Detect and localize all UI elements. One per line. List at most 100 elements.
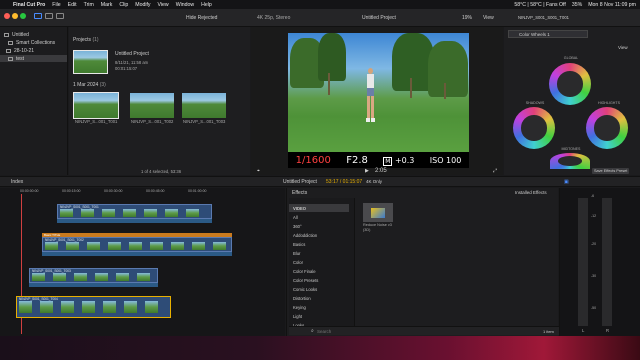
iso-readout: ISO 100 [429,155,462,165]
menu-edit[interactable]: Edit [68,2,77,8]
effects-browser-icon[interactable]: ▣ [564,179,569,185]
browser: Projects (1) Untitled Project 8/11/21, 1… [69,27,250,175]
noise-reduction-icon [371,207,385,218]
category-color-presets[interactable]: Color Presets [289,276,349,284]
tree [428,41,468,97]
format-label: 4K 25p, Stereo [257,15,291,21]
effect-thumbnail[interactable] [363,203,393,222]
date-header[interactable]: 1 Mar 2024 (3) [73,82,106,88]
clock[interactable]: Mon 8 Nov 11:09 pm [588,2,636,8]
shadows-wheel[interactable] [513,107,555,149]
menu-view[interactable]: View [158,2,169,8]
save-effects-preset-button[interactable]: Save Effects Preset [592,168,630,174]
project-title: Untitled Project [362,15,396,21]
effect-name: Reduce Noise v3 [363,223,392,227]
timeline-clip[interactable]: NINJVP_S001_S001_T001 [57,204,212,219]
effects-filter[interactable]: 4K Only [366,179,382,184]
clip-label: NINJVP_S...001_T003 [183,119,226,124]
menu-app[interactable]: Final Cut Pro [13,2,45,8]
project-thumbnail[interactable] [73,50,108,74]
clip-thumbnail[interactable] [182,93,226,118]
menu-modify[interactable]: Modify [135,2,150,8]
menu-bar: Final Cut Pro File Edit Trim Mark Clip M… [0,0,640,9]
clip-thumbnail[interactable] [73,92,119,119]
browser-status: 1 of 4 selected, 53:36 [141,169,182,174]
viewer-frame[interactable] [288,33,469,152]
zoom-select[interactable]: 19% [462,15,472,21]
temperature-status[interactable]: 58°C | 58°C | Fans Off [514,2,565,8]
menu-help[interactable]: Help [201,2,212,8]
menu-window[interactable]: Window [176,2,194,8]
projects-header[interactable]: Projects (1) [73,37,99,43]
timeline-clip[interactable]: NINJVP_S001_S001_T003 [29,268,158,283]
timeline: 00:00:00:00 00:00:15:00 00:00:30:00 00:0… [0,188,285,336]
menu-mark[interactable]: Mark [101,2,113,8]
menu-clip[interactable]: Clip [119,2,128,8]
fullscreen-icon[interactable]: ⤢ [493,168,497,174]
photos-audio-icon[interactable] [45,13,53,19]
zoom-window-button[interactable] [20,13,26,19]
effect-selector[interactable]: Color Wheels 1 [508,30,588,38]
category-color-finale[interactable]: Color Finale [289,267,349,275]
color-inspector: Color Wheels 1 View GLOBAL SHADOWS HIGHL… [504,27,640,175]
category-color[interactable]: Color [289,258,349,266]
category-keying[interactable]: Keying [289,303,349,311]
sidebar-item-smart-collections[interactable]: Smart Collections [6,39,55,46]
wheel-label-global: GLOBAL [563,56,579,60]
ruler-label: 00:00:15:00 [62,189,81,193]
index-button[interactable]: Index [11,179,23,185]
timeline-duration: 53:17 / 01:15:07 [326,179,363,185]
meter-scale: -12 [591,214,597,218]
sidebar-item-28-10-21[interactable]: 28-10-21 [6,47,34,54]
viewer: 1/1600 F2.8 M +0.3 ISO 100 ⌖ ▶ 2:05 ⤢ [251,27,503,175]
titles-generators-icon[interactable] [56,13,64,19]
category-basics[interactable]: Basics [289,240,349,248]
transform-icon[interactable]: ⌖ [257,168,260,174]
meter-scale: -30 [591,274,597,278]
audio-waveform [57,219,212,223]
highlights-wheel[interactable] [586,107,628,149]
fstop-readout: F2.8 [346,154,368,166]
libraries-toggle-icon[interactable] [34,13,42,19]
menu-file[interactable]: File [52,2,60,8]
timeline-project-label[interactable]: Untitled Project [283,179,317,185]
effects-search-input[interactable] [317,328,497,334]
category-comic-looks[interactable]: Comic Looks [289,285,349,293]
clip-thumbnail[interactable] [130,93,174,118]
category-360[interactable]: 360° [289,222,349,230]
global-wheel[interactable] [549,63,591,105]
ruler-label: 00:00:45:00 [146,189,165,193]
menu-trim[interactable]: Trim [84,2,94,8]
play-button[interactable]: ▶ [365,168,369,174]
sidebar-item-untitled[interactable]: Untitled [2,31,29,38]
category-all[interactable]: All [289,213,349,221]
midtones-wheel[interactable] [550,153,590,169]
minimize-window-button[interactable] [12,13,18,19]
meter-icon: M [383,156,393,166]
library-sidebar: Untitled Smart Collections 28-10-21 test [0,27,68,175]
category-distortion[interactable]: Distortion [289,294,349,302]
ruler-label: 00:01:00:00 [188,189,207,193]
timeline-clip[interactable]: NINJVP_S001_S001_T002 [42,237,232,252]
tree [318,33,346,81]
search-icon: ⌕ [311,328,314,334]
view-select[interactable]: View [483,15,494,21]
inspector-view-button[interactable]: View [618,45,628,50]
category-video[interactable]: VIDEO [289,204,349,212]
category-addoddiction[interactable]: Addoddiction [289,231,349,239]
meter-scale: -50 [591,306,597,310]
category-blur[interactable]: Blur [289,249,349,257]
category-light[interactable]: Light [289,312,349,320]
installed-effects-select[interactable]: Installed Effects [515,190,547,195]
meter-left-label: L [582,328,585,333]
shutter-readout: 1/1600 [295,154,331,166]
desktop-background [0,336,640,360]
close-window-button[interactable] [4,13,10,19]
ev-readout: M +0.3 [383,155,415,166]
timeline-clip-selected[interactable]: NINJVP_S001_S001_T004 [16,296,171,318]
hide-rejected-select[interactable]: Hide Rejected [186,15,217,21]
project-date: 8/11/21, 11:58 am [115,60,149,65]
battery-status[interactable]: 35% [572,2,582,8]
sidebar-item-test[interactable]: test [0,55,67,62]
audio-waveform [42,252,232,256]
